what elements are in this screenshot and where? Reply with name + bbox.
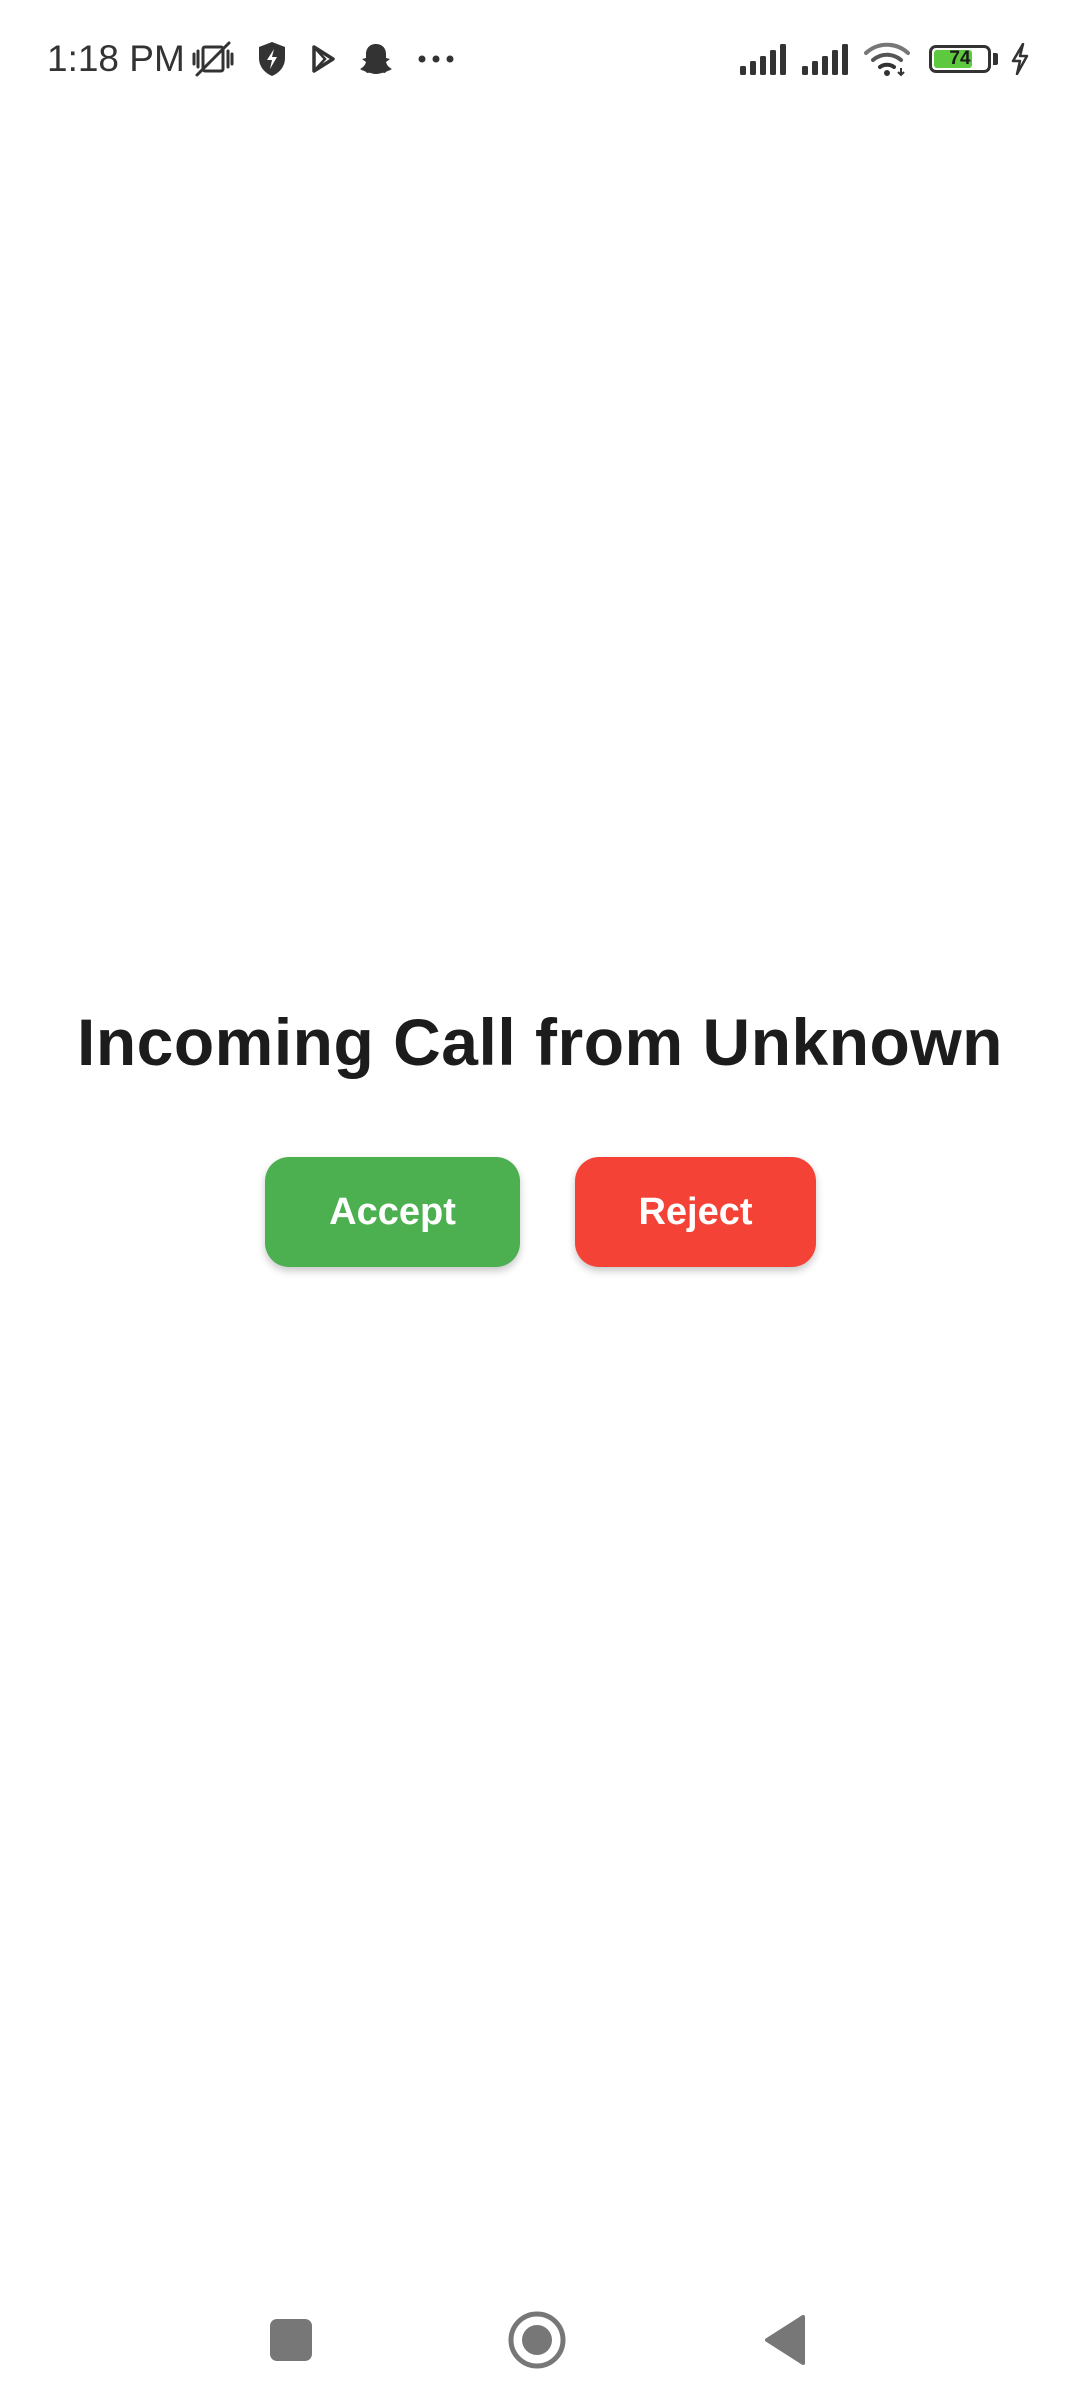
battery-indicator: 74 xyxy=(929,45,991,73)
wifi-icon xyxy=(863,41,911,77)
back-triangle-icon xyxy=(761,2313,809,2367)
status-right-icons: 74 xyxy=(739,36,1030,82)
navigation-bar xyxy=(0,2280,1080,2400)
battery-cap xyxy=(993,53,998,65)
vibrate-off-icon xyxy=(192,39,234,79)
play-store-icon xyxy=(310,44,336,74)
status-bar: 1:18 PM 74 xyxy=(0,0,1080,120)
recents-square-icon xyxy=(268,2317,314,2363)
charging-icon xyxy=(1010,43,1030,75)
reject-button[interactable]: Reject xyxy=(575,1157,816,1267)
shield-icon xyxy=(256,40,288,78)
home-circle-icon xyxy=(507,2310,567,2370)
home-button[interactable] xyxy=(507,2310,567,2370)
incoming-call-screen: 1:18 PM 74 Incoming Call from Unknown Ac… xyxy=(0,0,1080,2400)
back-button[interactable] xyxy=(755,2310,815,2370)
battery-icon: 74 xyxy=(929,45,991,73)
signal-icon xyxy=(801,42,851,76)
status-time: 1:18 PM xyxy=(47,38,185,79)
battery-level: 74 xyxy=(949,48,971,69)
call-title: Incoming Call from Unknown xyxy=(76,1005,1003,1079)
signal-icon xyxy=(739,42,789,76)
recents-button[interactable] xyxy=(261,2310,321,2370)
status-left-icons xyxy=(192,36,456,82)
snapchat-icon xyxy=(358,41,394,77)
more-dots-icon xyxy=(416,53,456,65)
accept-button[interactable]: Accept xyxy=(265,1157,520,1267)
